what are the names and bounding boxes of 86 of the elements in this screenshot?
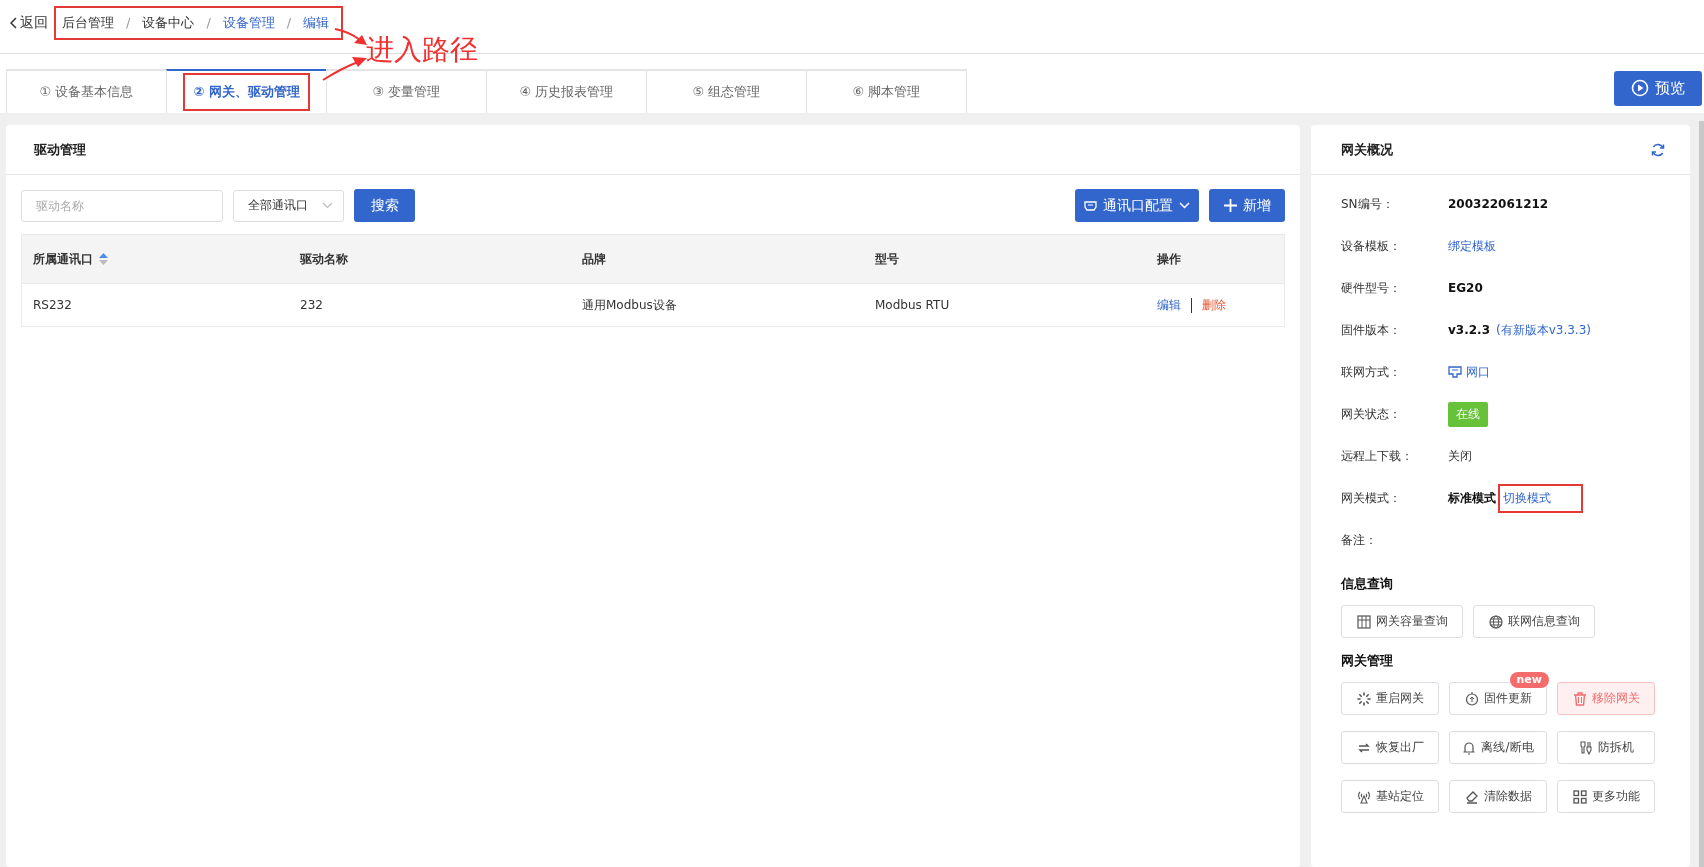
table-cell-text: 通用Modbus设备 bbox=[581, 296, 678, 314]
field-value: 网口 bbox=[1466, 363, 1490, 381]
tools-icon bbox=[1578, 740, 1593, 755]
table-cell-text: Modbus RTU bbox=[874, 297, 951, 314]
field-value: 200322061212 bbox=[1448, 197, 1549, 211]
delete-link[interactable]: 删除 bbox=[1202, 296, 1226, 314]
breadcrumb-link[interactable]: 编辑 bbox=[303, 13, 330, 32]
column-header: 操作 bbox=[1156, 250, 1182, 268]
field-label: 远程上下载： bbox=[1341, 447, 1414, 465]
annotation-arrow bbox=[322, 57, 367, 81]
port-config-button[interactable]: 通讯口配置 bbox=[1075, 189, 1199, 222]
action-button[interactable]: 重启网关 bbox=[1341, 682, 1439, 715]
action-button[interactable]: 更多功能 bbox=[1557, 780, 1655, 813]
field-label: 联网方式： bbox=[1341, 363, 1402, 381]
refresh-icon[interactable] bbox=[1651, 142, 1665, 157]
table-cell-text: RS232 bbox=[32, 297, 73, 314]
upload-icon bbox=[1464, 691, 1479, 706]
antenna-icon bbox=[1356, 789, 1371, 804]
action-button[interactable]: 离线/断电 bbox=[1449, 731, 1547, 764]
ethernet-port-icon bbox=[1448, 365, 1462, 379]
port-icon bbox=[1084, 200, 1097, 211]
column-header: 型号 bbox=[874, 250, 900, 268]
column-header[interactable]: 所属通讯口 bbox=[22, 235, 289, 283]
switch-mode-link[interactable]: 切换模式 bbox=[1498, 483, 1583, 513]
eraser-icon bbox=[1464, 789, 1479, 804]
field-label: 网关状态： bbox=[1341, 405, 1402, 423]
bell-icon bbox=[1462, 740, 1477, 755]
port-filter-dropdown[interactable]: 全部通讯口 bbox=[233, 189, 344, 222]
scrollbar[interactable] bbox=[1699, 121, 1704, 867]
trash-icon bbox=[1572, 691, 1587, 706]
breadcrumb-separator: / bbox=[206, 15, 211, 30]
breadcrumb-link[interactable]: 设备管理 bbox=[222, 13, 275, 32]
annotation-text: 进入路径 bbox=[366, 33, 478, 67]
breadcrumb-link[interactable]: 后台管理 bbox=[62, 13, 114, 32]
add-button[interactable]: 新增 bbox=[1209, 189, 1285, 222]
field-label: 备注： bbox=[1341, 531, 1378, 549]
swap-icon bbox=[1356, 740, 1371, 755]
play-icon bbox=[1631, 79, 1649, 97]
chevron-down-icon bbox=[322, 202, 333, 209]
column-header: 品牌 bbox=[581, 250, 607, 268]
plus-icon bbox=[1223, 199, 1237, 212]
search-button[interactable]: 搜索 bbox=[354, 189, 415, 222]
tab[interactable]: ⑥ 脚本管理 bbox=[806, 69, 967, 113]
new-version-link[interactable]: (有新版本v3.3.3) bbox=[1496, 321, 1591, 339]
chevron-down-icon bbox=[1179, 202, 1190, 209]
back-link[interactable]: 返回 bbox=[10, 13, 48, 32]
action-button[interactable]: 基站定位 bbox=[1341, 780, 1439, 813]
section-title: 信息查询 bbox=[1341, 575, 1394, 593]
field-value: EG20 bbox=[1448, 281, 1483, 295]
bind-template-link[interactable]: 绑定模板 bbox=[1448, 237, 1496, 255]
preview-button[interactable]: 预览 bbox=[1614, 70, 1702, 106]
action-button[interactable]: 清除数据 bbox=[1449, 780, 1547, 813]
columns-icon bbox=[1356, 614, 1371, 629]
globe-icon bbox=[1488, 614, 1503, 629]
field-value: v3.2.3 bbox=[1448, 323, 1490, 337]
table-cell-text: 232 bbox=[299, 297, 324, 314]
action-button[interactable]: 网关容量查询 bbox=[1341, 605, 1463, 638]
chevron-left-icon bbox=[10, 16, 18, 29]
action-button[interactable]: 防拆机 bbox=[1557, 731, 1655, 764]
panel-title: 驱动管理 bbox=[34, 140, 86, 159]
action-button[interactable]: 固件更新 bbox=[1449, 682, 1547, 715]
section-title: 网关管理 bbox=[1341, 652, 1394, 670]
field-label: 网关模式： bbox=[1341, 489, 1402, 507]
edit-link[interactable]: 编辑 bbox=[1157, 296, 1181, 314]
breadcrumb-separator: / bbox=[286, 15, 292, 30]
field-label: 固件版本： bbox=[1341, 321, 1402, 339]
action-button[interactable]: 联网信息查询 bbox=[1473, 605, 1595, 638]
status-tag: 在线 bbox=[1448, 401, 1488, 427]
panel-title: 网关概况 bbox=[1341, 140, 1393, 159]
grid-icon bbox=[1572, 789, 1587, 804]
field-value: 标准模式 bbox=[1448, 489, 1496, 507]
breadcrumb-separator: / bbox=[126, 15, 131, 30]
tab[interactable]: ② 网关、驱动管理 bbox=[166, 69, 327, 113]
field-label: 设备模板： bbox=[1341, 237, 1402, 255]
search-field[interactable]: 驱动名称 bbox=[21, 189, 223, 222]
breadcrumb-link[interactable]: 设备中心 bbox=[142, 13, 195, 32]
tab[interactable]: ① 设备基本信息 bbox=[6, 69, 167, 113]
spinner-icon bbox=[1356, 691, 1371, 706]
field-value: 关闭 bbox=[1448, 447, 1472, 465]
field-label: 硬件型号： bbox=[1341, 279, 1402, 297]
column-header: 驱动名称 bbox=[298, 250, 349, 268]
new-badge: new bbox=[1509, 672, 1549, 688]
annotation-arrow bbox=[334, 28, 367, 45]
field-label: SN编号： bbox=[1341, 195, 1395, 213]
action-button[interactable]: 恢复出厂 bbox=[1341, 731, 1439, 764]
sort-icon bbox=[99, 253, 108, 265]
